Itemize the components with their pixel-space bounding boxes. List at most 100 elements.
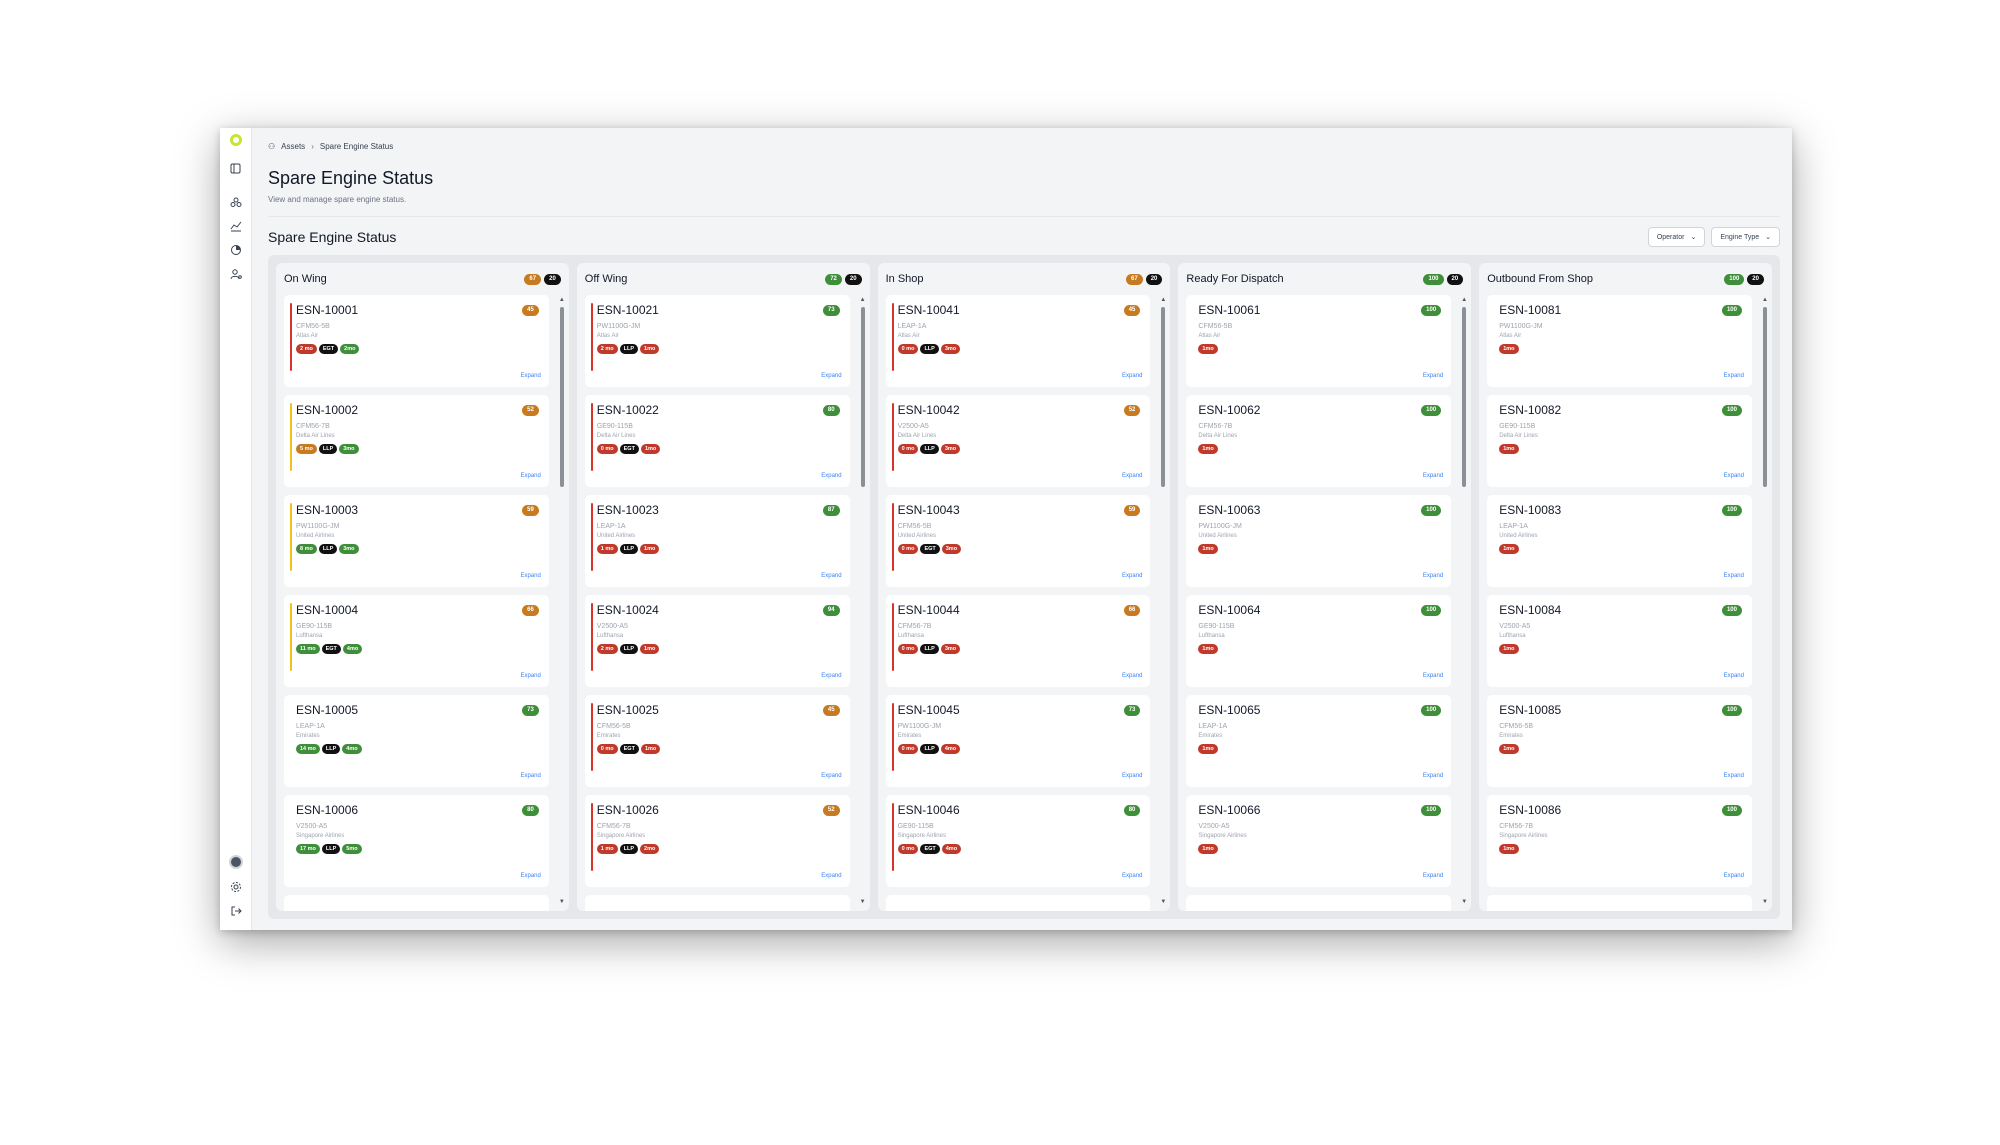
expand-link[interactable]: Expand — [821, 673, 841, 679]
engine-type-filter[interactable]: Engine Type ⌄ — [1711, 227, 1780, 247]
engine-card[interactable]: ESN-10002 52 CFM56-7B Delta Air Lines 5 … — [284, 395, 549, 487]
engine-card[interactable]: ESN-10066 100 V2500-A5 Singapore Airline… — [1186, 795, 1452, 887]
expand-link[interactable]: Expand — [520, 673, 540, 679]
engine-card[interactable]: ESN-10082 100 GE90-115B Delta Air Lines … — [1487, 395, 1752, 487]
column-title: In Shop — [885, 273, 924, 285]
scrollbar-thumb[interactable] — [1161, 307, 1166, 487]
engine-card[interactable]: ESN-10065 100 LEAP-1A Emirates 1mo Expan… — [1186, 695, 1452, 787]
scroll-up-icon[interactable]: ▲ — [1160, 297, 1166, 303]
engine-card[interactable]: ESN-10004 66 GE90-115B Lufthansa 11 mo EG… — [284, 595, 549, 687]
status-tag: LLP — [619, 544, 639, 554]
engine-card[interactable]: ESN-10083 100 LEAP-1A United Airlines 1m… — [1487, 495, 1752, 587]
scrollbar[interactable]: ▲ ▼ — [1160, 297, 1166, 905]
engine-card-partial[interactable] — [584, 895, 850, 911]
scrollbar-thumb[interactable] — [559, 307, 564, 487]
engine-card[interactable]: ESN-10046 80 GE90-115B Singapore Airline… — [885, 795, 1151, 887]
expand-link[interactable]: Expand — [1423, 473, 1443, 479]
expand-link[interactable]: Expand — [1724, 673, 1744, 679]
engine-card[interactable]: ESN-10005 73 LEAP-1A Emirates 14 mo LLP 4m… — [284, 695, 549, 787]
expand-link[interactable]: Expand — [1724, 373, 1744, 379]
expand-link[interactable]: Expand — [1724, 573, 1744, 579]
scroll-up-icon[interactable]: ▲ — [1461, 297, 1467, 303]
scroll-down-icon[interactable]: ▼ — [860, 899, 866, 905]
engine-card[interactable]: ESN-10062 100 CFM56-7B Delta Air Lines 1… — [1186, 395, 1452, 487]
scroll-up-icon[interactable]: ▲ — [1762, 297, 1768, 303]
pie-chart-icon[interactable] — [227, 241, 245, 259]
engine-card[interactable]: ESN-10045 73 PW1100G-JM Emirates 0 mo LLP… — [885, 695, 1151, 787]
scrollbar-thumb[interactable] — [860, 307, 865, 487]
expand-link[interactable]: Expand — [1122, 373, 1142, 379]
expand-link[interactable]: Expand — [1423, 573, 1443, 579]
scrollbar[interactable]: ▲ ▼ — [1762, 297, 1768, 905]
expand-link[interactable]: Expand — [1122, 873, 1142, 879]
scroll-up-icon[interactable]: ▲ — [559, 297, 565, 303]
scrollbar[interactable]: ▲ ▼ — [860, 297, 866, 905]
status-column: Outbound From Shop 100 20 ESN-10081 100 … — [1479, 263, 1772, 911]
tag-row: 1mo — [1499, 844, 1742, 854]
engine-card[interactable]: ESN-10021 73 PW1100G-JM Atlas Air 2 mo LL… — [584, 295, 850, 387]
engine-card[interactable]: ESN-10025 45 CFM56-5B Emirates 0 mo EGT 1m… — [584, 695, 850, 787]
expand-link[interactable]: Expand — [1423, 873, 1443, 879]
engine-card[interactable]: ESN-10086 100 CFM56-7B Singapore Airline… — [1487, 795, 1752, 887]
logout-icon[interactable] — [227, 902, 245, 920]
engine-card[interactable]: ESN-10026 52 CFM56-7B Singapore Airlines… — [584, 795, 850, 887]
expand-link[interactable]: Expand — [520, 373, 540, 379]
user-settings-icon[interactable] — [227, 265, 245, 283]
expand-link[interactable]: Expand — [1724, 473, 1744, 479]
user-avatar[interactable] — [228, 855, 243, 869]
engine-card[interactable]: ESN-10081 100 PW1100G-JM Atlas Air 1mo E… — [1487, 295, 1752, 387]
engine-card[interactable]: ESN-10001 45 CFM56-5B Atlas Air 2 mo EGT 2… — [284, 295, 549, 387]
engine-card[interactable]: ESN-10041 45 LEAP-1A Atlas Air 0 mo LLP 3m… — [885, 295, 1151, 387]
scrollbar[interactable]: ▲ ▼ — [1461, 297, 1467, 905]
engine-card[interactable]: ESN-10063 100 PW1100G-JM United Airlines… — [1186, 495, 1452, 587]
engine-card[interactable]: ESN-10061 100 CFM56-5B Atlas Air 1mo Exp… — [1186, 295, 1452, 387]
expand-link[interactable]: Expand — [821, 773, 841, 779]
scroll-down-icon[interactable]: ▼ — [1160, 899, 1166, 905]
assets-icon[interactable] — [227, 193, 245, 211]
expand-link[interactable]: Expand — [821, 473, 841, 479]
engine-card[interactable]: ESN-10043 59 CFM56-5B United Airlines 0 … — [885, 495, 1151, 587]
expand-link[interactable]: Expand — [1423, 673, 1443, 679]
settings-gear-icon[interactable] — [227, 878, 245, 896]
expand-link[interactable]: Expand — [1122, 473, 1142, 479]
breadcrumb-assets[interactable]: Assets — [281, 142, 305, 151]
engine-card[interactable]: ESN-10003 59 PW1100G-JM United Airlines … — [284, 495, 549, 587]
expand-link[interactable]: Expand — [520, 473, 540, 479]
operator-filter[interactable]: Operator ⌄ — [1647, 227, 1706, 247]
engine-card-partial[interactable] — [1487, 895, 1752, 911]
expand-link[interactable]: Expand — [1122, 673, 1142, 679]
scroll-down-icon[interactable]: ▼ — [1461, 899, 1467, 905]
scrollbar-thumb[interactable] — [1462, 307, 1467, 487]
engine-card[interactable]: ESN-10006 80 V2500-A5 Singapore Airlines… — [284, 795, 549, 887]
scroll-down-icon[interactable]: ▼ — [559, 899, 565, 905]
expand-link[interactable]: Expand — [520, 873, 540, 879]
scroll-down-icon[interactable]: ▼ — [1762, 899, 1768, 905]
engine-card-partial[interactable] — [284, 895, 549, 911]
expand-link[interactable]: Expand — [1724, 773, 1744, 779]
expand-link[interactable]: Expand — [1724, 873, 1744, 879]
expand-link[interactable]: Expand — [821, 873, 841, 879]
expand-link[interactable]: Expand — [520, 573, 540, 579]
expand-link[interactable]: Expand — [1122, 573, 1142, 579]
engine-card[interactable]: ESN-10022 80 GE90-115B Delta Air Lines 0… — [584, 395, 850, 487]
engine-card[interactable]: ESN-10085 100 CFM56-5B Emirates 1mo Expa… — [1487, 695, 1752, 787]
scrollbar[interactable]: ▲ ▼ — [559, 297, 565, 905]
sidebar-toggle-icon[interactable] — [227, 159, 245, 177]
engine-card-partial[interactable] — [885, 895, 1151, 911]
expand-link[interactable]: Expand — [821, 573, 841, 579]
engine-card-partial[interactable] — [1186, 895, 1452, 911]
scroll-up-icon[interactable]: ▲ — [860, 297, 866, 303]
expand-link[interactable]: Expand — [1122, 773, 1142, 779]
expand-link[interactable]: Expand — [1423, 773, 1443, 779]
engine-card[interactable]: ESN-10044 66 CFM56-7B Lufthansa 0 mo LLP 3… — [885, 595, 1151, 687]
scrollbar-thumb[interactable] — [1762, 307, 1767, 487]
expand-link[interactable]: Expand — [1423, 373, 1443, 379]
expand-link[interactable]: Expand — [520, 773, 540, 779]
engine-card[interactable]: ESN-10024 94 V2500-A5 Lufthansa 2 mo LLP 1… — [584, 595, 850, 687]
analytics-chart-icon[interactable] — [227, 217, 245, 235]
engine-card[interactable]: ESN-10042 52 V2500-A5 Delta Air Lines 0 … — [885, 395, 1151, 487]
engine-card[interactable]: ESN-10064 100 GE90-115B Lufthansa 1mo Ex… — [1186, 595, 1452, 687]
engine-card[interactable]: ESN-10023 87 LEAP-1A United Airlines 1 m… — [584, 495, 850, 587]
expand-link[interactable]: Expand — [821, 373, 841, 379]
engine-card[interactable]: ESN-10084 100 V2500-A5 Lufthansa 1mo Exp… — [1487, 595, 1752, 687]
